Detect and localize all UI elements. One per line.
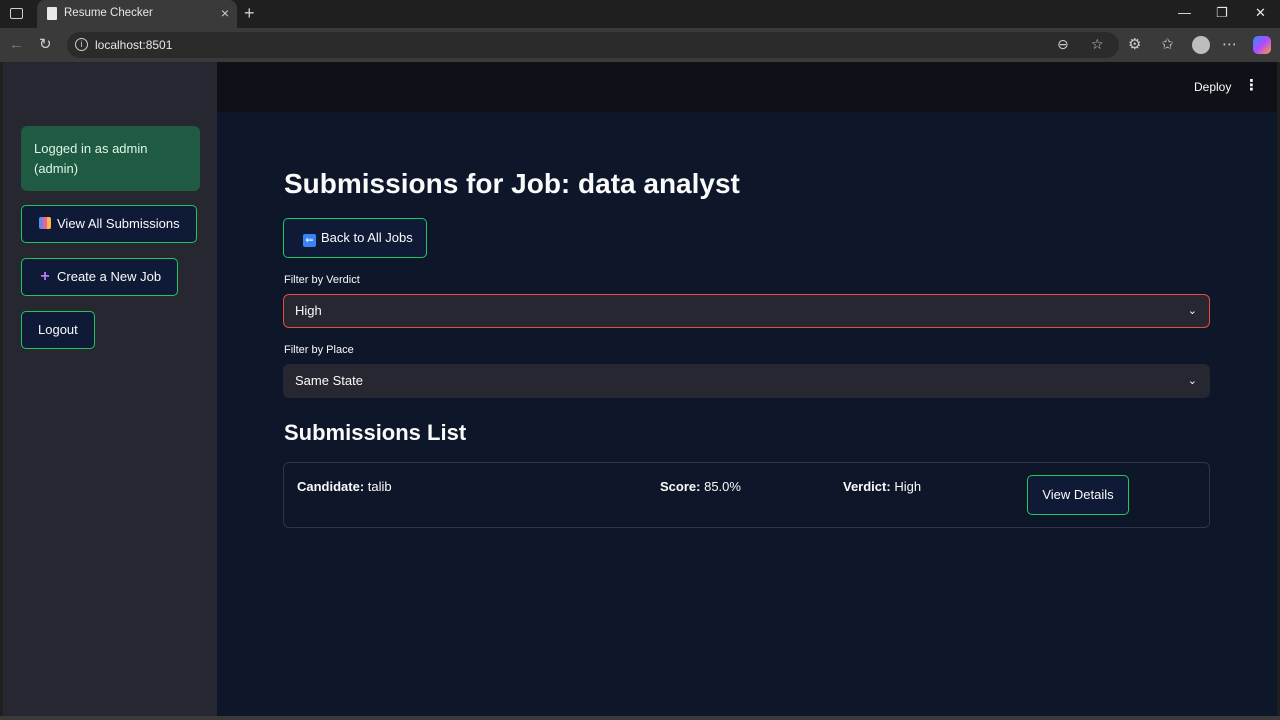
new-tab-icon[interactable]: +: [244, 3, 255, 23]
url-text: localhost:8501: [95, 38, 173, 52]
score-cell: Score: 85.0%: [660, 479, 741, 494]
more-icon[interactable]: ⋯: [1222, 36, 1237, 54]
browser-navbar: ← ↻ i localhost:8501 ⊖ ☆ ⚙ ✩ ⋯: [0, 28, 1280, 62]
place-filter-select[interactable]: Same State ⌄: [283, 364, 1210, 398]
login-status: Logged in as admin (admin): [21, 126, 200, 191]
close-window-icon[interactable]: ✕: [1255, 4, 1266, 22]
score-value: 85.0%: [704, 479, 741, 494]
close-tab-icon[interactable]: ×: [221, 5, 229, 21]
button-label: Back to All Jobs: [321, 230, 413, 245]
candidate-cell: Candidate: talib: [297, 479, 392, 494]
verdict-filter-label: Filter by Verdict: [284, 274, 360, 286]
back-to-all-jobs-button[interactable]: ⇐ Back to All Jobs: [283, 218, 427, 258]
score-label: Score:: [660, 479, 701, 494]
back-arrow-icon: ⇐: [303, 234, 316, 247]
maximize-icon[interactable]: ❐: [1216, 4, 1228, 22]
view-all-submissions-button[interactable]: View All Submissions: [21, 205, 197, 243]
minimize-icon[interactable]: —: [1178, 4, 1191, 22]
logout-button[interactable]: Logout: [21, 311, 95, 349]
candidate-label: Candidate:: [297, 479, 365, 494]
place-filter-label: Filter by Place: [284, 344, 354, 356]
reader-icon[interactable]: ⊖: [1057, 36, 1069, 53]
main-menu-icon[interactable]: ⋮: [1244, 78, 1259, 94]
select-value: High: [295, 303, 322, 318]
submissions-list-title: Submissions List: [284, 420, 467, 445]
sidebar: Logged in as admin (admin) View All Subm…: [3, 62, 217, 716]
bar-chart-icon: [38, 206, 52, 242]
candidate-value: talib: [367, 479, 392, 494]
deploy-button[interactable]: Deploy: [1194, 80, 1231, 94]
tab-actions-icon[interactable]: [10, 8, 23, 19]
chevron-down-icon: ⌄: [1187, 375, 1197, 387]
verdict-filter-select[interactable]: High ⌄: [283, 294, 1210, 328]
favorite-icon[interactable]: ☆: [1091, 36, 1104, 53]
verdict-value: High: [894, 479, 922, 494]
button-label: Create a New Job: [57, 269, 162, 284]
button-label: View All Submissions: [57, 216, 180, 231]
site-info-icon[interactable]: i: [75, 38, 88, 51]
view-details-button[interactable]: View Details: [1027, 475, 1129, 515]
app-header: Deploy ⋮: [217, 62, 1277, 112]
select-value: Same State: [295, 373, 363, 388]
copilot-icon[interactable]: [1253, 36, 1271, 54]
verdict-label: Verdict:: [843, 479, 891, 494]
reload-icon[interactable]: ↻: [39, 36, 52, 54]
app-root: Logged in as admin (admin) View All Subm…: [3, 62, 1277, 716]
create-new-job-button[interactable]: + Create a New Job: [21, 258, 179, 296]
chevron-down-icon: ⌄: [1187, 305, 1197, 317]
favorites-icon[interactable]: ✩: [1161, 36, 1174, 54]
page-icon: [47, 7, 57, 20]
back-icon[interactable]: ←: [9, 36, 24, 54]
browser-tab[interactable]: Resume Checker ×: [37, 0, 237, 28]
submission-card: Candidate: talib Score: 85.0% Verdict: H…: [283, 462, 1210, 528]
plus-icon: +: [40, 268, 50, 285]
browser-tabbar: Resume Checker × + — ❐ ✕: [0, 0, 1280, 28]
window-bottom-edge: [0, 716, 1280, 720]
extensions-icon[interactable]: ⚙: [1128, 36, 1141, 54]
verdict-cell: Verdict: High: [843, 479, 921, 494]
address-bar[interactable]: i localhost:8501 ⊖ ☆: [67, 32, 1119, 58]
page-title: Submissions for Job: data analyst: [284, 168, 740, 199]
button-label: Logout: [38, 322, 78, 337]
profile-avatar[interactable]: [1192, 36, 1210, 54]
tab-title: Resume Checker: [64, 7, 153, 19]
